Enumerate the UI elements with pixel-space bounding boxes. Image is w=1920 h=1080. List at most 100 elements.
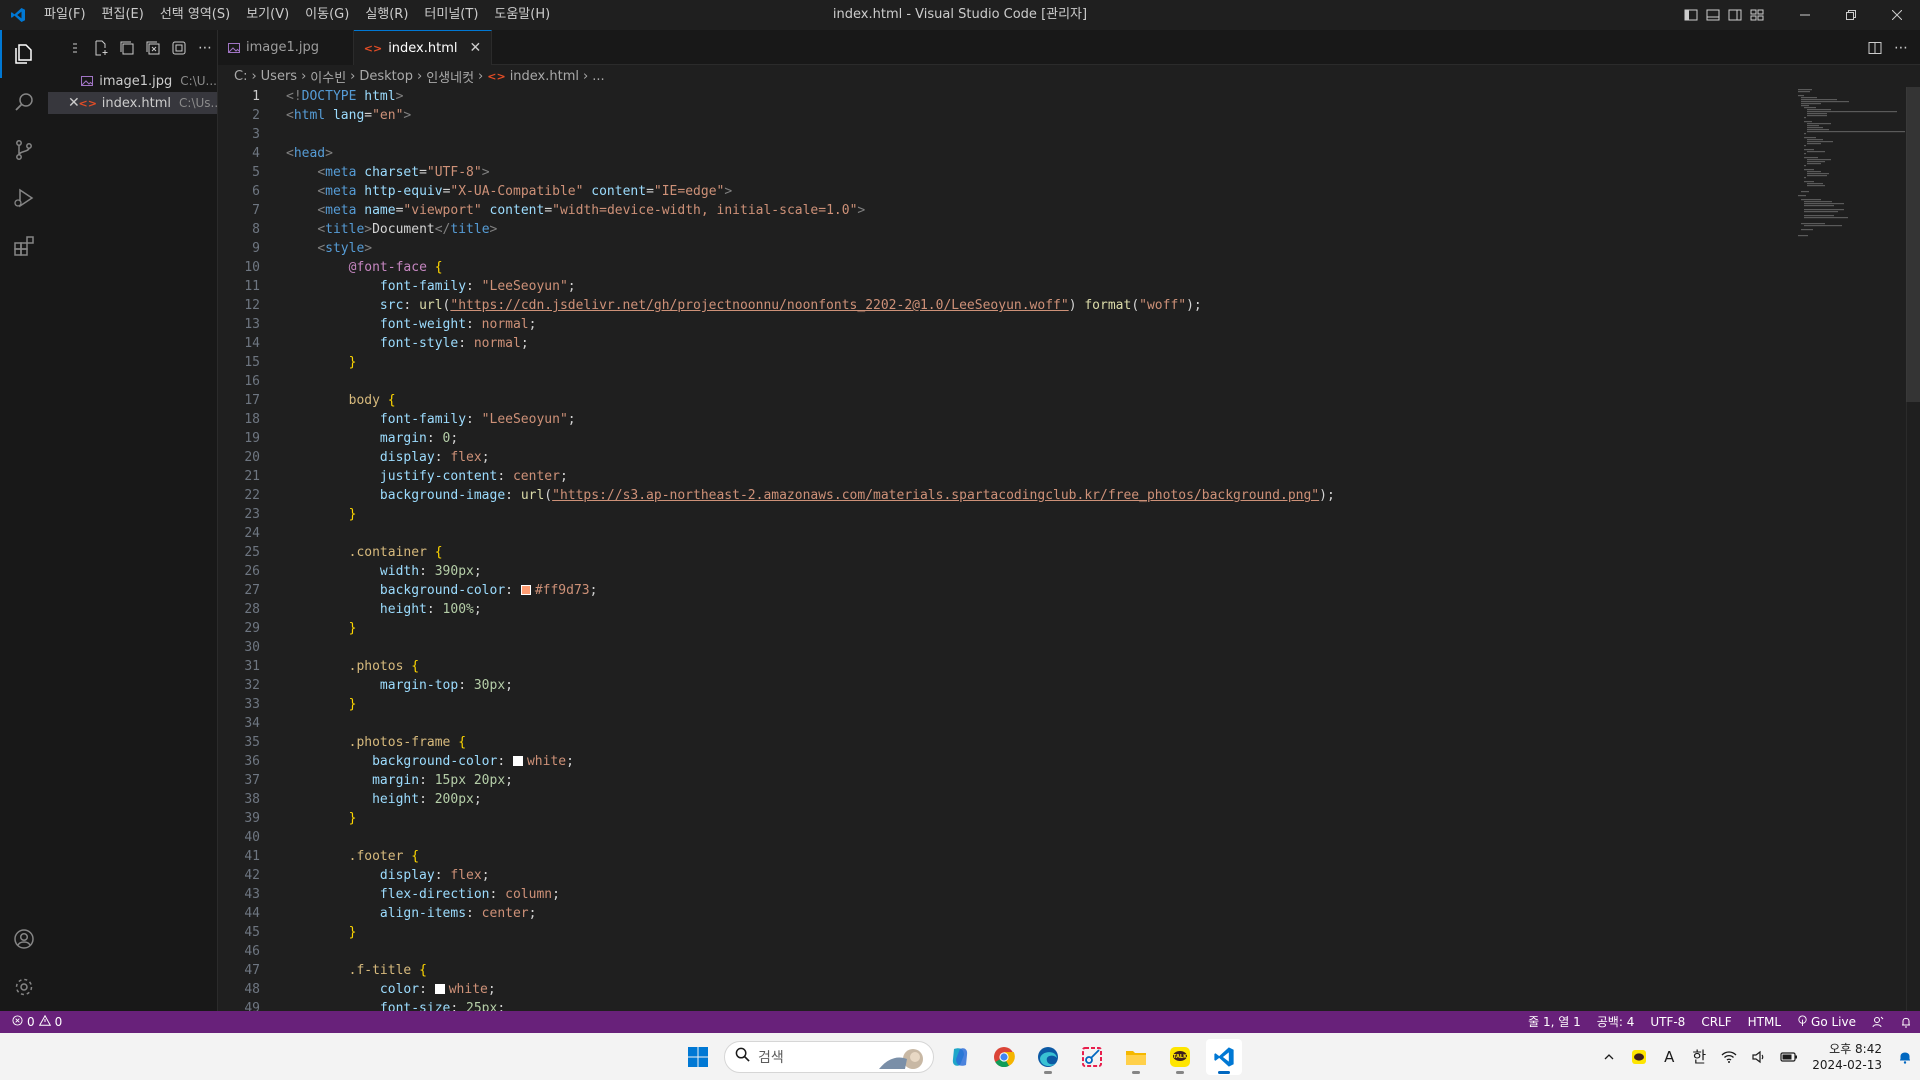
breadcrumb-item[interactable]: Desktop xyxy=(359,69,413,84)
battery-icon[interactable] xyxy=(1774,1033,1804,1080)
code-line[interactable]: 31 .photos { xyxy=(218,657,1335,676)
close-group-icon[interactable] xyxy=(168,37,190,59)
code-line[interactable]: 15 } xyxy=(218,353,1335,372)
menu-file[interactable]: 파일(F) xyxy=(36,0,94,30)
end-of-line[interactable]: CRLF xyxy=(1693,1011,1739,1033)
new-untitled-file-icon[interactable] xyxy=(90,37,112,59)
scrollbar-thumb[interactable] xyxy=(1906,87,1920,402)
open-editor-item[interactable]: ✕ <> index.html C:\Us... xyxy=(48,92,217,114)
open-editor-item[interactable]: image1.jpg C:\U... xyxy=(48,70,217,92)
kakaotalk-tray-icon[interactable] xyxy=(1624,1033,1654,1080)
problems-indicator[interactable]: 0 0 xyxy=(0,1014,62,1029)
breadcrumb-item[interactable]: 이수빈 xyxy=(310,67,346,86)
kakaotalk-icon[interactable]: TALK xyxy=(1162,1039,1198,1075)
chrome-icon[interactable] xyxy=(986,1039,1022,1075)
snipping-tool-icon[interactable] xyxy=(1074,1039,1110,1075)
code-line[interactable]: 32 margin-top: 30px; xyxy=(218,676,1335,695)
tab-index-html[interactable]: <> index.html ✕ xyxy=(353,30,493,65)
extensions-icon[interactable] xyxy=(0,222,48,270)
code-line[interactable]: 41 .footer { xyxy=(218,847,1335,866)
code-line[interactable]: 47 .f-title { xyxy=(218,961,1335,980)
source-control-icon[interactable] xyxy=(0,126,48,174)
code-line[interactable]: 1 <!DOCTYPE html> xyxy=(218,87,1335,106)
language-mode[interactable]: HTML xyxy=(1740,1011,1789,1033)
ime-mode-a[interactable]: A xyxy=(1654,1033,1684,1080)
code-editor[interactable]: 1 <!DOCTYPE html> 2 <html lang="en"> 3 4 <head… xyxy=(218,87,1920,1011)
explorer-icon[interactable] xyxy=(0,30,48,78)
code-line[interactable]: 3 xyxy=(218,125,1335,144)
code-line[interactable]: 28 height: 100%; xyxy=(218,600,1335,619)
vscode-icon[interactable] xyxy=(1206,1038,1242,1075)
menu-terminal[interactable]: 터미널(T) xyxy=(416,0,486,30)
code-line[interactable]: 40 xyxy=(218,828,1335,847)
code-line[interactable]: 21 justify-content: center; xyxy=(218,467,1335,486)
toggle-panel-icon[interactable] xyxy=(1702,0,1724,30)
volume-icon[interactable] xyxy=(1744,1033,1774,1080)
cursor-position[interactable]: 줄 1, 열 1 xyxy=(1520,1011,1589,1033)
wifi-icon[interactable] xyxy=(1714,1033,1744,1080)
code-line[interactable]: 30 xyxy=(218,638,1335,657)
code-line[interactable]: 27 background-color: #ff9d73; xyxy=(218,581,1335,600)
code-line[interactable]: 25 .container { xyxy=(218,543,1335,562)
close-window-button[interactable] xyxy=(1874,0,1920,30)
code-line[interactable]: 22 background-image: url("https://s3.ap-… xyxy=(218,486,1334,505)
more-actions-icon[interactable]: ⋯ xyxy=(194,37,216,59)
menu-selection[interactable]: 선택 영역(S) xyxy=(152,0,238,30)
code-line[interactable]: 35 .photos-frame { xyxy=(218,733,1335,752)
code-line[interactable]: 14 font-style: normal; xyxy=(218,334,1335,353)
file-explorer-icon[interactable] xyxy=(1118,1039,1154,1075)
code-line[interactable]: 6 <meta http-equiv="X-UA-Compatible" con… xyxy=(218,182,1335,201)
code-line[interactable]: 2 <html lang="en"> xyxy=(218,106,1335,125)
code-line[interactable]: 42 display: flex; xyxy=(218,866,1335,885)
breadcrumb-item[interactable]: index.html xyxy=(510,69,579,84)
code-line[interactable]: 46 xyxy=(218,942,1335,961)
code-line[interactable]: 17 body { xyxy=(218,391,1335,410)
color-swatch[interactable] xyxy=(434,984,445,994)
notification-bell-icon[interactable] xyxy=(1890,1033,1920,1080)
close-all-editors-icon[interactable] xyxy=(142,37,164,59)
code-line[interactable]: 37 margin: 15px 20px; xyxy=(218,771,1335,790)
code-line[interactable]: 39 } xyxy=(218,809,1335,828)
menu-go[interactable]: 이동(G) xyxy=(297,0,357,30)
close-tab-icon[interactable]: ✕ xyxy=(470,40,482,56)
code-line[interactable]: 16 xyxy=(218,372,1335,391)
code-line[interactable]: 45 } xyxy=(218,923,1335,942)
code-line[interactable]: 4 <head> xyxy=(218,144,1335,163)
breadcrumb-item[interactable]: 인생네컷 xyxy=(426,67,474,86)
code-line[interactable]: 18 font-family: "LeeSeoyun"; xyxy=(218,410,1335,429)
code-line[interactable]: 38 height: 200px; xyxy=(218,790,1335,809)
toggle-vertical-tabs-icon[interactable] xyxy=(64,37,86,59)
search-icon[interactable] xyxy=(0,78,48,126)
chevron-up-icon[interactable] xyxy=(1594,1033,1624,1080)
code-line[interactable]: 36 background-color: white; xyxy=(218,752,1335,771)
go-live-button[interactable]: Go Live xyxy=(1789,1011,1864,1033)
vertical-scrollbar[interactable] xyxy=(1906,87,1920,1011)
code-line[interactable]: 48 color: white; xyxy=(218,980,1335,999)
save-all-icon[interactable] xyxy=(116,37,138,59)
accounts-icon[interactable] xyxy=(0,915,48,963)
split-editor-icon[interactable] xyxy=(1864,37,1886,59)
toggle-primary-sidebar-icon[interactable] xyxy=(1680,0,1702,30)
code-line[interactable]: 5 <meta charset="UTF-8"> xyxy=(218,163,1335,182)
code-line[interactable]: 12 src: url("https://cdn.jsdelivr.net/gh… xyxy=(218,296,1335,315)
color-swatch[interactable] xyxy=(520,585,531,595)
color-swatch[interactable] xyxy=(512,756,523,766)
code-line[interactable]: 34 xyxy=(218,714,1335,733)
notifications-bell-icon[interactable] xyxy=(1892,1011,1920,1033)
minimize-button[interactable] xyxy=(1782,0,1828,30)
ime-mode-hangul[interactable]: 한 xyxy=(1684,1033,1714,1080)
indentation[interactable]: 공백: 4 xyxy=(1589,1011,1643,1033)
code-line[interactable]: 23 } xyxy=(218,505,1335,524)
copilot-icon[interactable] xyxy=(942,1039,978,1075)
restore-button[interactable] xyxy=(1828,0,1874,30)
menu-run[interactable]: 실행(R) xyxy=(357,0,416,30)
menu-help[interactable]: 도움말(H) xyxy=(486,0,558,30)
code-line[interactable]: 20 display: flex; xyxy=(218,448,1335,467)
code-line[interactable]: 29 } xyxy=(218,619,1335,638)
breadcrumb-item[interactable]: C: xyxy=(234,69,247,84)
code-line[interactable]: 9 <style> xyxy=(218,239,1335,258)
breadcrumb-item[interactable]: Users xyxy=(261,69,297,84)
menu-view[interactable]: 보기(V) xyxy=(238,0,297,30)
code-line[interactable]: 11 font-family: "LeeSeoyun"; xyxy=(218,277,1335,296)
edge-icon[interactable] xyxy=(1030,1039,1066,1075)
